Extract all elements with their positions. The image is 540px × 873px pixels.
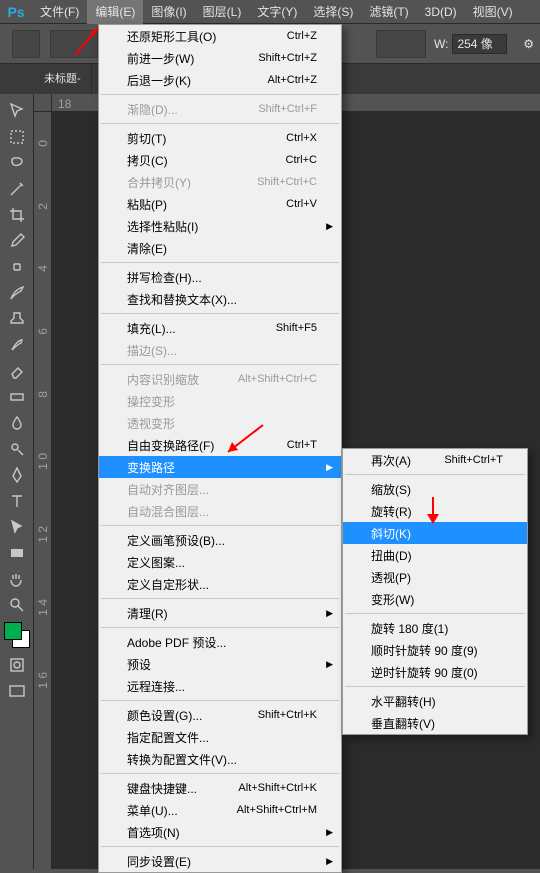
ruler-v-mark: 2 xyxy=(36,203,50,210)
hand-tool[interactable] xyxy=(5,567,29,591)
menu-purge[interactable]: 清理(R)▶ xyxy=(99,602,341,624)
fill-picker[interactable] xyxy=(376,30,426,58)
menu-find-replace[interactable]: 查找和替换文本(X)... xyxy=(99,288,341,310)
blur-tool[interactable] xyxy=(5,411,29,435)
menu-image[interactable]: 图像(I) xyxy=(143,0,194,24)
menu-layer[interactable]: 图层(L) xyxy=(195,0,250,24)
menu-paste-special[interactable]: 选择性粘贴(I)▶ xyxy=(99,215,341,237)
menu-fill[interactable]: 填充(L)...Shift+F5 xyxy=(99,317,341,339)
menu-menus[interactable]: 菜单(U)...Alt+Shift+Ctrl+M xyxy=(99,799,341,821)
submenu-flip-horizontal[interactable]: 水平翻转(H) xyxy=(343,690,527,712)
menu-preferences[interactable]: 首选项(N)▶ xyxy=(99,821,341,843)
submenu-flip-vertical[interactable]: 垂直翻转(V) xyxy=(343,712,527,734)
menu-step-back[interactable]: 后退一步(K)Alt+Ctrl+Z xyxy=(99,69,341,91)
menu-undo[interactable]: 还原矩形工具(O)Ctrl+Z xyxy=(99,25,341,47)
history-brush-tool[interactable] xyxy=(5,333,29,357)
lasso-tool[interactable] xyxy=(5,151,29,175)
menu-3d[interactable]: 3D(D) xyxy=(417,0,465,24)
ruler-v-mark: 4 xyxy=(36,265,50,272)
menu-step-forward[interactable]: 前进一步(W)Shift+Ctrl+Z xyxy=(99,47,341,69)
menu-paste[interactable]: 粘贴(P)Ctrl+V xyxy=(99,193,341,215)
menu-color-settings[interactable]: 颜色设置(G)...Shift+Ctrl+K xyxy=(99,704,341,726)
menu-select[interactable]: 选择(S) xyxy=(305,0,361,24)
marquee-tool[interactable] xyxy=(5,125,29,149)
menu-keyboard-shortcuts[interactable]: 键盘快捷键...Alt+Shift+Ctrl+K xyxy=(99,777,341,799)
menu-presets[interactable]: 预设▶ xyxy=(99,653,341,675)
ruler-v-mark: 8 xyxy=(36,391,50,398)
gradient-tool[interactable] xyxy=(5,385,29,409)
menu-define-brush[interactable]: 定义画笔预设(B)... xyxy=(99,529,341,551)
submenu-warp[interactable]: 变形(W) xyxy=(343,588,527,610)
ruler-v-mark: 1 6 xyxy=(36,672,50,689)
menu-auto-blend: 自动混合图层... xyxy=(99,500,341,522)
wand-tool[interactable] xyxy=(5,177,29,201)
dodge-tool[interactable] xyxy=(5,437,29,461)
ruler-h-mark: 18 xyxy=(58,97,71,111)
ruler-origin[interactable] xyxy=(34,94,52,112)
menu-puppet-warp: 操控变形 xyxy=(99,390,341,412)
color-swatch[interactable] xyxy=(4,622,30,648)
options-overflow-icon[interactable]: ⚙ xyxy=(523,37,534,51)
menu-convert-profile[interactable]: 转换为配置文件(V)... xyxy=(99,748,341,770)
ruler-v-mark: 1 0 xyxy=(36,453,50,470)
menu-cut[interactable]: 剪切(T)Ctrl+X xyxy=(99,127,341,149)
menu-spell-check[interactable]: 拼写检查(H)... xyxy=(99,266,341,288)
submenu-again[interactable]: 再次(A)Shift+Ctrl+T xyxy=(343,449,527,471)
submenu-arrow-icon: ▶ xyxy=(326,608,333,619)
rectangle-tool[interactable] xyxy=(5,541,29,565)
menu-copy[interactable]: 拷贝(C)Ctrl+C xyxy=(99,149,341,171)
ruler-v-mark: 1 2 xyxy=(36,526,50,543)
submenu-perspective[interactable]: 透视(P) xyxy=(343,566,527,588)
submenu-arrow-icon: ▶ xyxy=(326,221,333,232)
width-label: W: xyxy=(434,37,448,51)
menu-copy-merged: 合并拷贝(Y)Shift+Ctrl+C xyxy=(99,171,341,193)
menu-define-shape[interactable]: 定义自定形状... xyxy=(99,573,341,595)
submenu-arrow-icon: ▶ xyxy=(326,827,333,838)
menu-fade: 渐隐(D)...Shift+Ctrl+F xyxy=(99,98,341,120)
submenu-arrow-icon: ▶ xyxy=(326,462,333,473)
quickmask-toggle[interactable] xyxy=(5,653,29,677)
tool-preset-picker[interactable] xyxy=(12,30,40,58)
menu-assign-profile[interactable]: 指定配置文件... xyxy=(99,726,341,748)
toolbox xyxy=(0,94,34,869)
menu-stroke: 描边(S)... xyxy=(99,339,341,361)
type-tool[interactable] xyxy=(5,489,29,513)
pen-tool[interactable] xyxy=(5,463,29,487)
ruler-v-mark: 1 4 xyxy=(36,599,50,616)
menu-content-aware-scale: 内容识别缩放Alt+Shift+Ctrl+C xyxy=(99,368,341,390)
stamp-tool[interactable] xyxy=(5,307,29,331)
eyedropper-tool[interactable] xyxy=(5,229,29,253)
move-tool[interactable] xyxy=(5,99,29,123)
ruler-vertical[interactable]: 0 2 4 6 8 1 0 1 2 1 4 1 6 xyxy=(34,112,52,869)
menu-adobe-pdf-presets[interactable]: Adobe PDF 预设... xyxy=(99,631,341,653)
menu-filter[interactable]: 滤镜(T) xyxy=(361,0,416,24)
eraser-tool[interactable] xyxy=(5,359,29,383)
menu-define-pattern[interactable]: 定义图案... xyxy=(99,551,341,573)
width-field[interactable]: 254 像 xyxy=(452,34,507,54)
screen-mode-toggle[interactable] xyxy=(5,679,29,703)
crop-tool[interactable] xyxy=(5,203,29,227)
ruler-v-mark: 6 xyxy=(36,328,50,335)
menu-view[interactable]: 视图(V) xyxy=(465,0,521,24)
submenu-rotate-180[interactable]: 旋转 180 度(1) xyxy=(343,617,527,639)
ruler-v-mark: 0 xyxy=(36,140,50,147)
document-tab[interactable]: 未标题- xyxy=(34,64,92,94)
menu-clear[interactable]: 清除(E) xyxy=(99,237,341,259)
app-logo: Ps xyxy=(0,0,32,24)
path-select-tool[interactable] xyxy=(5,515,29,539)
zoom-tool[interactable] xyxy=(5,593,29,617)
menu-remote-connect[interactable]: 远程连接... xyxy=(99,675,341,697)
submenu-distort[interactable]: 扭曲(D) xyxy=(343,544,527,566)
submenu-arrow-icon: ▶ xyxy=(326,856,333,867)
submenu-rotate-90cw[interactable]: 顺时针旋转 90 度(9) xyxy=(343,639,527,661)
menu-auto-align: 自动对齐图层... xyxy=(99,478,341,500)
heal-tool[interactable] xyxy=(5,255,29,279)
brush-tool[interactable] xyxy=(5,281,29,305)
submenu-rotate-90ccw[interactable]: 逆时针旋转 90 度(0) xyxy=(343,661,527,683)
submenu-arrow-icon: ▶ xyxy=(326,659,333,670)
menu-type[interactable]: 文字(Y) xyxy=(249,0,305,24)
